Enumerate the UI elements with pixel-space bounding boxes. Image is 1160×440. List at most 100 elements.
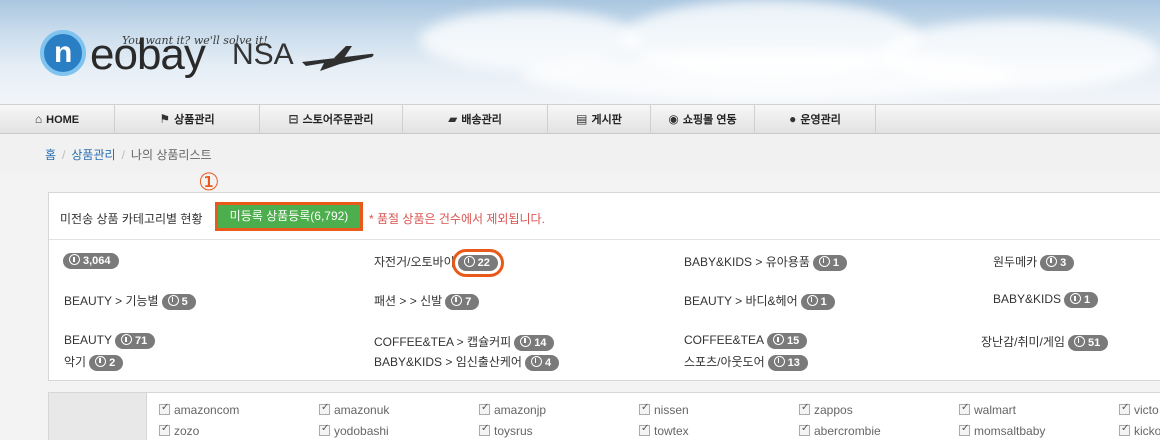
soldout-notice: * 품절 상품은 건수에서 제외됩니다. (369, 212, 545, 226)
checkbox-icon[interactable] (799, 423, 810, 436)
mall-filter-panel: amazoncom amazonuk amazonjp nissen zappo… (48, 392, 1160, 440)
category-item[interactable]: BEAUTY > 바디&헤어 1 (684, 292, 835, 310)
nav-operation[interactable]: ● 운영관리 (755, 105, 876, 134)
register-unregistered-button[interactable]: 미등록 상품등록(6,792) (215, 202, 363, 231)
count-badge[interactable]: 2 (89, 354, 124, 371)
count-badge[interactable]: 13 (767, 354, 808, 371)
checkbox-icon[interactable] (1119, 402, 1130, 415)
info-icon (69, 254, 80, 265)
category-item[interactable]: BEAUTY > 기능별 5 (64, 292, 196, 310)
mall-checkbox[interactable]: kicko (1119, 423, 1160, 438)
store-icon: ⊟ (288, 112, 299, 126)
info-icon (463, 255, 475, 267)
count-badge[interactable]: 15 (767, 333, 808, 349)
checkbox-icon[interactable] (959, 402, 970, 415)
checkbox-icon[interactable] (479, 423, 490, 436)
checkbox-icon[interactable] (639, 423, 650, 436)
breadcrumb: 홈 / 상품관리 / 나의 상품리스트 (0, 134, 1160, 172)
category-item[interactable]: BABY&KIDS > 임신출산케어 4 (374, 353, 560, 371)
count-badge[interactable]: 3 (1040, 254, 1075, 271)
category-item[interactable]: 자전거/오토바이 22 (374, 248, 504, 277)
panel-header: 미전송 상품 카테고리별 현황 미등록 상품등록(6,792) * 품절 상품은… (49, 193, 1160, 240)
breadcrumb-product[interactable]: 상품관리 (71, 148, 115, 162)
nav-mall-link[interactable]: ◉ 쇼핑몰 연동 (651, 105, 755, 134)
count-badge[interactable]: 71 (115, 333, 156, 349)
category-item[interactable]: BABY&KIDS > 유아용품 1 (684, 253, 847, 271)
count-badge[interactable]: 1 (800, 293, 835, 310)
checkbox-icon[interactable] (159, 402, 170, 415)
mall-checkbox[interactable]: zappos (799, 402, 853, 417)
nav-shipping[interactable]: ▰ 배송관리 (403, 105, 548, 134)
count-badge[interactable]: 1 (812, 254, 847, 271)
category-item[interactable]: COFFEE&TEA 15 (684, 333, 808, 349)
count-badge[interactable]: 3,064 (63, 253, 119, 269)
category-item[interactable]: 3,064 (60, 253, 119, 269)
cloud-decoration (520, 50, 1020, 100)
home-icon: ⌂ (34, 112, 43, 126)
count-badge[interactable]: 14 (514, 334, 555, 351)
mall-checkbox[interactable]: yodobashi (319, 423, 389, 438)
category-item[interactable]: 장난감/취미/게임 51 (981, 333, 1109, 351)
truck-icon: ▰ (448, 112, 458, 126)
neobay-logo[interactable]: You want it? we'll solve it! n eobay NSA (38, 16, 378, 88)
category-item[interactable]: 패션 > > 신발 7 (374, 292, 480, 310)
checkbox-icon[interactable] (319, 402, 330, 415)
checkbox-icon[interactable] (159, 423, 170, 436)
checkbox-icon[interactable] (639, 402, 650, 415)
count-badge[interactable]: 5 (161, 293, 196, 310)
info-icon (451, 294, 463, 306)
mall-checkbox[interactable]: momsaltbaby (959, 423, 1045, 438)
checkbox-icon[interactable] (799, 402, 810, 415)
nav-home[interactable]: ⌂ HOME (0, 105, 115, 134)
count-badge[interactable]: 4 (524, 354, 560, 371)
count-badge[interactable]: 7 (445, 293, 480, 310)
mall-checkbox[interactable]: zozo (159, 423, 199, 438)
mall-filter-label-cell (49, 393, 147, 440)
category-item[interactable]: 악기 2 (64, 353, 124, 371)
info-icon (167, 294, 179, 306)
nav-store-order[interactable]: ⊟ 스토어주문관리 (260, 105, 403, 134)
info-icon (773, 355, 785, 367)
info-icon (520, 335, 532, 347)
mall-checkbox[interactable]: toysrus (479, 423, 533, 438)
breadcrumb-home[interactable]: 홈 (45, 148, 56, 162)
checkbox-icon[interactable] (479, 402, 490, 415)
mall-checkbox[interactable]: amazonuk (319, 402, 389, 417)
category-item[interactable]: BEAUTY 71 (64, 333, 156, 349)
logo-n-badge: n (40, 30, 86, 76)
breadcrumb-current: 나의 상품리스트 (130, 148, 212, 162)
checkbox-icon[interactable] (1119, 423, 1130, 436)
mall-checkbox[interactable]: victo (1119, 402, 1159, 417)
category-item[interactable]: COFFEE&TEA > 캡슐커피 14 (374, 333, 555, 351)
count-badge[interactable]: 51 (1067, 334, 1109, 351)
category-item[interactable]: 원두메카 3 (993, 253, 1075, 271)
tag-icon: ⚑ (159, 112, 171, 126)
chat-icon: ▤ (576, 112, 588, 126)
info-icon (806, 294, 818, 306)
panel-title: 미전송 상품 카테고리별 현황 (60, 212, 203, 226)
nav-board[interactable]: ▤ 게시판 (548, 105, 651, 134)
mall-checkbox[interactable]: towtex (639, 423, 689, 438)
mall-checkbox[interactable]: walmart (959, 402, 1016, 417)
count-badge-highlighted[interactable]: 22 (451, 248, 504, 277)
category-status-panel: 미전송 상품 카테고리별 현황 미등록 상품등록(6,792) * 품절 상품은… (48, 192, 1160, 381)
info-icon (95, 355, 107, 367)
checkbox-icon[interactable] (959, 423, 970, 436)
count-badge[interactable]: 1 (1064, 292, 1099, 308)
mall-checkbox[interactable]: abercrombie (799, 423, 881, 438)
info-icon (773, 334, 785, 345)
mall-checkbox[interactable]: amazoncom (159, 402, 239, 417)
header-banner: You want it? we'll solve it! n eobay NSA (0, 0, 1160, 104)
user-icon: ● (789, 112, 797, 126)
category-item[interactable]: BABY&KIDS 1 (993, 292, 1099, 308)
logo-nsa: NSA (232, 38, 294, 71)
mall-checkbox[interactable]: amazonjp (479, 402, 546, 417)
main-nav: ⌂ HOME ⚑ 상품관리 ⊟ 스토어주문관리 ▰ 배송관리 ▤ 게시판 ◉ 쇼핑몰 연동 … (0, 104, 1160, 134)
info-icon (1046, 255, 1058, 267)
nav-product[interactable]: ⚑ 상품관리 (115, 105, 260, 134)
checkbox-icon[interactable] (319, 423, 330, 436)
mall-checkbox[interactable]: nissen (639, 402, 689, 417)
airplane-icon (302, 46, 374, 71)
info-icon (1073, 335, 1085, 347)
category-item[interactable]: 스포츠/아웃도어 13 (684, 353, 808, 371)
